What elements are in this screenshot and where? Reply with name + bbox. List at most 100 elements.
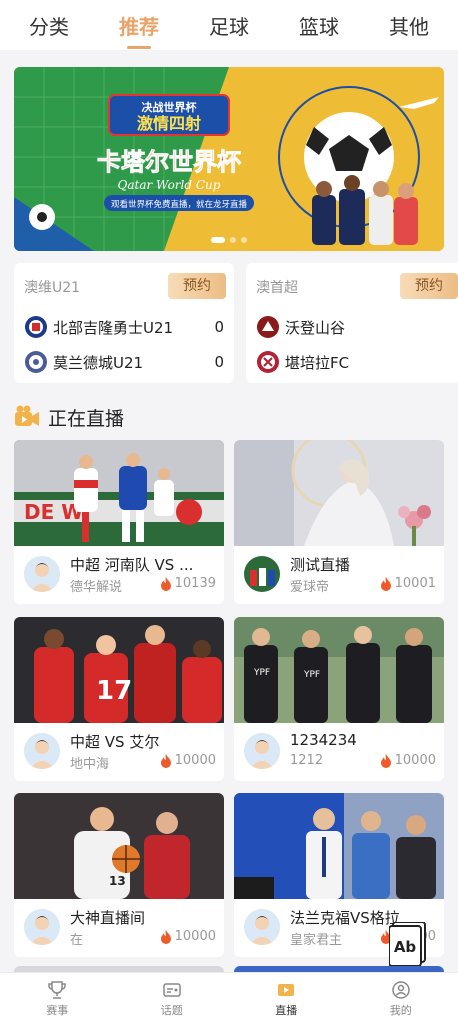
live-card[interactable]: 测试直播 爱球帝 10001 [234,440,444,604]
flame-icon [160,576,171,591]
nav-live[interactable]: 直播 [229,973,344,1024]
nav-label: 赛事 [46,1003,69,1017]
tab-other[interactable]: 其他 [383,11,435,40]
heat-count: 10001 [380,576,436,591]
anchor-avatar[interactable] [244,733,280,769]
match-league: 澳维U21 [24,280,81,296]
anchor-name: 爱球帝 [290,580,330,595]
away-team-name: 堪培拉FC [285,353,350,372]
live-card[interactable]: 13 大神直播间 在 10000 [14,793,224,957]
trophy-icon [48,980,66,999]
banner-subtitle-en: Qatar World Cup [118,178,221,192]
banner-dot[interactable] [211,237,225,243]
book-button[interactable]: 预约 [168,273,226,299]
match-league: 澳首超 [256,280,298,296]
heat-value: 10000 [174,753,216,768]
live-title: 中超 河南队 VS ... [70,556,194,574]
banner-artwork: 决战世界杯 激情四射 卡塔尔世界杯 Qatar World Cup 观看世界杯免… [14,67,444,251]
book-button[interactable]: 预约 [400,273,458,299]
bottom-nav: 赛事 话题 直播 我的 [0,972,458,1024]
home-team-row: 北部吉隆勇士U21 0 [24,313,224,341]
live-title: 大神直播间 [70,909,146,927]
live-title: 1234234 [290,731,357,749]
nav-matches[interactable]: 赛事 [0,973,115,1024]
section-title: 正在直播 [48,407,125,430]
svg-text:YPF: YPF [253,668,270,678]
anchor-name: 皇家君主 [290,933,343,948]
live-camera-icon [15,405,39,426]
live-card[interactable]: 17 中超 VS 艾尔 地中海 10000 [14,617,224,781]
upcoming-matches: 澳维U21 预约 北部吉隆勇士U21 0 莫兰德城U21 0 澳首超 预约 沃登… [14,263,458,383]
anchor-name: 地中海 [70,757,110,772]
banner-dot[interactable] [241,237,247,243]
anchor-avatar[interactable] [24,733,60,769]
anchor-avatar[interactable] [24,556,60,592]
nav-profile[interactable]: 我的 [344,973,458,1024]
anchor-avatar[interactable] [244,909,280,945]
heat-value: 10000 [394,753,436,768]
banner-headline: 卡塔尔世界杯 [97,148,241,176]
live-card[interactable]: DE WI 中超 河南队 VS ... 德华解说 10139 [14,440,224,604]
heat-value: 10139 [174,576,216,591]
away-team-name: 莫兰德城U21 [53,353,144,372]
topic-icon [163,982,181,997]
nav-topics[interactable]: 话题 [115,973,230,1024]
svg-text:17: 17 [96,676,132,706]
flame-icon [380,576,391,591]
away-team-score: 0 [214,353,224,371]
live-thumbnail [234,793,444,899]
svg-text:Ab: Ab [394,938,417,956]
banner-line1: 决战世界杯 [142,100,198,114]
away-team-row: 堪培拉FC [256,348,456,376]
home-team-name: 北部吉隆勇士U21 [53,318,174,337]
team-badge-icon [257,316,279,338]
profile-icon [392,980,410,999]
banner-line2: 激情四射 [137,114,201,133]
anchor-avatar[interactable] [24,909,60,945]
home-team-name: 沃登山谷 [285,318,346,337]
live-thumbnail: DE WI [14,440,224,546]
live-title: 测试直播 [290,556,351,574]
svg-text:YPF: YPF [303,670,320,680]
team-badge-icon [257,351,279,373]
promo-banner[interactable]: 决战世界杯 激情四射 卡塔尔世界杯 Qatar World Cup 观看世界杯免… [14,67,444,251]
match-card[interactable]: 澳维U21 预约 北部吉隆勇士U21 0 莫兰德城U21 0 [14,263,234,383]
home-team-score: 0 [214,318,224,336]
anchor-name: 在 [70,933,84,948]
live-title: 中超 VS 艾尔 [70,733,160,751]
live-thumbnail [234,440,444,546]
live-thumbnail: 13 [14,793,224,899]
banner-pager [211,237,247,243]
away-team-row: 莫兰德城U21 0 [24,348,224,376]
team-badge-icon [25,351,47,373]
top-tab-bar: 分类 推荐 足球 篮球 其他 [0,0,458,50]
flame-icon [380,753,391,768]
anchor-name: 德华解说 [70,580,123,595]
nav-label: 话题 [160,1003,183,1017]
nav-label: 直播 [275,1003,298,1017]
tab-football[interactable]: 足球 [203,11,255,40]
live-card[interactable]: YPF YPF 1234234 1212 10000 [234,617,444,781]
translate-float-icon[interactable]: Ab [389,922,427,966]
live-thumbnail: YPF YPF [234,617,444,723]
flame-icon [160,753,171,768]
tab-category[interactable]: 分类 [23,11,75,40]
nav-label: 我的 [389,1003,412,1017]
heat-count: 10000 [160,753,216,768]
home-team-row: 沃登山谷 [256,313,456,341]
match-card[interactable]: 澳首超 预约 沃登山谷 堪培拉FC [246,263,458,383]
live-section-header: 正在直播 [14,402,124,432]
heat-value: 10001 [394,576,436,591]
team-badge-icon [25,316,47,338]
heat-value: 10000 [174,929,216,944]
heat-count: 10000 [160,929,216,944]
flame-icon [160,929,171,944]
anchor-name: 1212 [290,753,324,768]
banner-dot[interactable] [230,237,236,243]
heat-count: 10139 [160,576,216,591]
anchor-avatar[interactable] [244,556,280,592]
svg-text:13: 13 [109,874,126,888]
tab-recommend[interactable]: 推荐 [113,11,165,40]
banner-slogan: 观看世界杯免费直播，就在龙牙直播 [111,199,248,210]
tab-basketball[interactable]: 篮球 [293,11,345,40]
